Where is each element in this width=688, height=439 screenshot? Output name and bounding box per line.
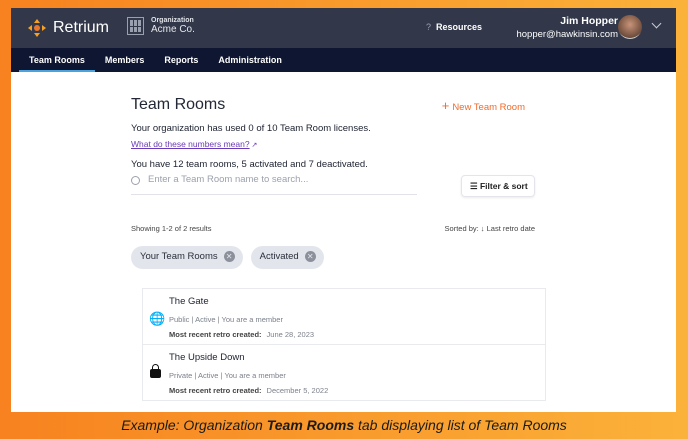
globe-icon: 🌐 [149, 311, 166, 326]
room-name: The Upside Down [169, 352, 245, 363]
team-room-list: 🌐 The Gate Public | Active | You are a m… [142, 288, 546, 401]
plus-icon: + [441, 98, 450, 113]
list-item[interactable]: 🌐 The Gate Public | Active | You are a m… [143, 289, 545, 345]
close-icon[interactable]: ✕ [223, 251, 235, 262]
help-link[interactable]: What do these numbers mean? [131, 139, 250, 149]
new-team-room-label: New Team Room [452, 102, 525, 113]
building-icon [127, 17, 144, 35]
summary-text: You have 12 team rooms, 5 activated and … [131, 159, 368, 170]
tab-team-rooms[interactable]: Team Rooms [19, 48, 95, 72]
filter-label: Filter & sort [479, 181, 528, 191]
chip-label: Activated [259, 251, 299, 262]
room-date: June 28, 2023 [266, 330, 315, 339]
tab-administration[interactable]: Administration [208, 48, 292, 72]
retrium-logo-icon [28, 19, 46, 37]
filter-chip[interactable]: Activated ✕ [250, 246, 324, 269]
sliders-icon: ☰ [470, 181, 480, 191]
team-rooms-panel: Team Rooms + New Team Room Your organizat… [131, 96, 535, 269]
filter-chip[interactable]: Your Team Rooms ✕ [131, 246, 243, 269]
tab-reports[interactable]: Reports [154, 48, 208, 72]
main-nav: Team Rooms Members Reports Administratio… [11, 48, 676, 72]
retrium-logo[interactable]: Retrium [27, 18, 109, 38]
caption-text: tab displaying list of Team Rooms [354, 417, 567, 433]
results-count: Showing 1-2 of 2 results [131, 224, 212, 233]
tab-members[interactable]: Members [95, 48, 155, 72]
chip-label: Your Team Rooms [140, 251, 218, 262]
top-header: Retrium Organization Acme Co. ? Resources … [11, 8, 676, 48]
org-name: Acme Co. [151, 24, 195, 35]
resources-link[interactable]: ? Resources [426, 22, 482, 32]
room-meta: Private | Active | You are a member [169, 371, 286, 380]
app-name: Retrium [53, 19, 110, 36]
chevron-down-icon[interactable] [651, 18, 662, 29]
help-icon: ? [426, 22, 432, 32]
license-text: Your organization has used 0 of 10 Team … [131, 123, 371, 134]
org-label: Organization [151, 17, 194, 24]
lock-icon [150, 364, 161, 378]
caption: Example: Organization Team Rooms tab dis… [0, 412, 688, 439]
external-link-icon: ↗ [249, 142, 258, 149]
search-input[interactable]: Enter a Team Room name to search... [131, 174, 417, 195]
search-icon [131, 176, 140, 185]
room-date: December 5, 2022 [266, 386, 329, 395]
date-label: Most recent retro created: [169, 330, 262, 339]
filter-sort-button[interactable]: ☰ Filter & sort [461, 175, 535, 197]
user-info[interactable]: Jim Hopper hopper@hawkinsin.com [516, 15, 618, 40]
user-name: Jim Hopper [560, 15, 618, 27]
user-email: hopper@hawkinsin.com [516, 29, 618, 40]
date-label: Most recent retro created: [169, 386, 262, 395]
resources-label: Resources [436, 22, 483, 32]
room-name: The Gate [169, 296, 209, 307]
list-item[interactable]: The Upside Down Private | Active | You a… [143, 345, 545, 401]
sort-indicator[interactable]: Sorted by: ↓ Last retro date [445, 224, 535, 233]
room-meta: Public | Active | You are a member [169, 315, 283, 324]
organization-switcher[interactable]: Organization Acme Co. [127, 17, 195, 35]
caption-bold: Team Rooms [266, 417, 355, 433]
search-placeholder: Enter a Team Room name to search... [148, 174, 309, 185]
new-team-room-button[interactable]: + New Team Room [442, 98, 525, 113]
caption-text: Example: Organization [121, 417, 267, 433]
close-icon[interactable]: ✕ [304, 251, 316, 262]
avatar[interactable] [618, 15, 642, 39]
